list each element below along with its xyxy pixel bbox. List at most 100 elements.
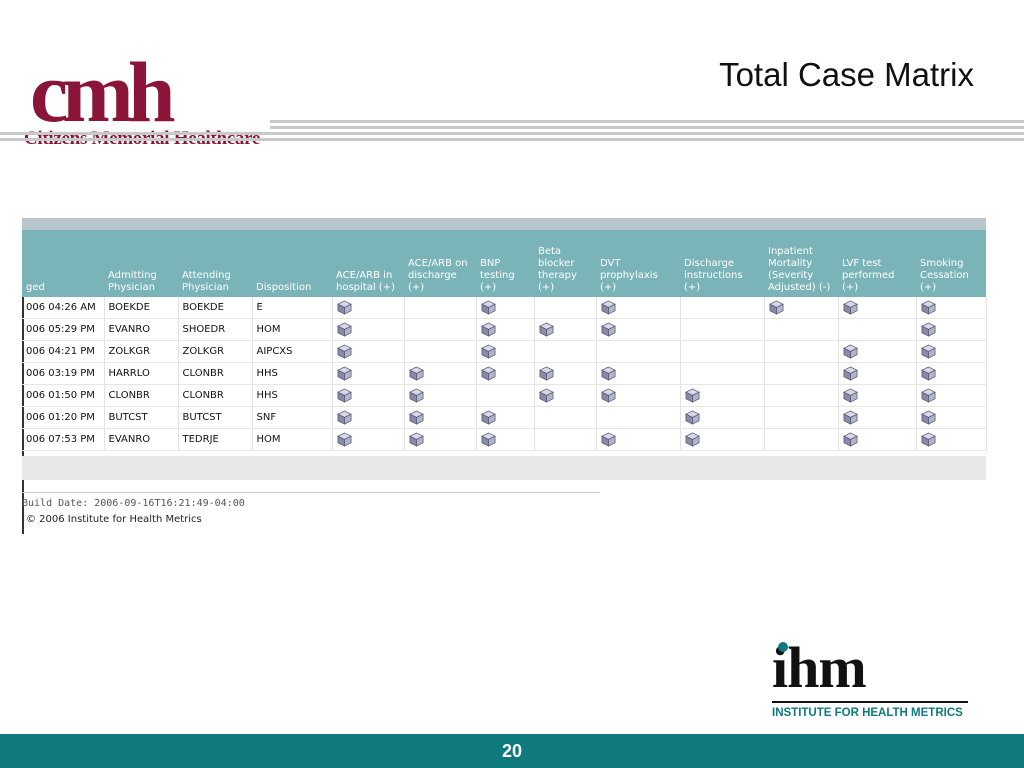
- cell-measure: [534, 428, 597, 451]
- cell-measure: [596, 428, 681, 451]
- column-header[interactable]: ACE/ARB on discharge (+): [404, 230, 476, 297]
- column-header[interactable]: BNP testing (+): [476, 230, 534, 297]
- cube-icon[interactable]: [480, 432, 496, 447]
- column-header[interactable]: Disposition: [252, 230, 332, 297]
- column-header[interactable]: DVT prophylaxis (+): [596, 230, 680, 297]
- cell-measure: [332, 384, 405, 407]
- column-header[interactable]: Smoking Cessation (+): [916, 230, 986, 297]
- ihm-logo: ihm INSTITUTE FOR HEALTH METRICS: [768, 638, 978, 724]
- cube-icon[interactable]: [920, 344, 936, 359]
- cell-measure: [404, 297, 477, 319]
- column-header[interactable]: ACE/ARB in hospital (+): [332, 230, 404, 297]
- cell-measure: [476, 318, 535, 341]
- cell-measure: [476, 406, 535, 429]
- build-date: Build Date: 2006-09-16T16:21:49-04:00: [22, 498, 245, 509]
- cube-icon[interactable]: [920, 322, 936, 337]
- cell-disposition: E: [252, 297, 333, 319]
- column-header[interactable]: Beta blocker therapy (+): [534, 230, 596, 297]
- cell-measure: [404, 362, 477, 385]
- cube-icon[interactable]: [842, 344, 858, 359]
- cell-measure: [680, 406, 765, 429]
- cube-icon[interactable]: [408, 388, 424, 403]
- cube-icon[interactable]: [408, 410, 424, 425]
- cube-icon[interactable]: [408, 366, 424, 381]
- cube-icon[interactable]: [538, 366, 554, 381]
- table-row[interactable]: 006 04:21 PM ZOLKGR ZOLKGR AIPCXS: [22, 340, 987, 363]
- cell-measure: [476, 297, 535, 319]
- cube-icon[interactable]: [842, 366, 858, 381]
- cube-icon[interactable]: [336, 410, 352, 425]
- table-row[interactable]: 006 07:53 PM EVANRO TEDRJE HOM: [22, 428, 987, 451]
- cube-icon[interactable]: [842, 388, 858, 403]
- table-row[interactable]: 006 05:29 PM EVANRO SHOEDR HOM: [22, 318, 987, 341]
- column-header[interactable]: Attending Physician: [178, 230, 252, 297]
- cube-icon[interactable]: [600, 388, 616, 403]
- copyright: © 2006 Institute for Health Metrics: [26, 514, 202, 525]
- cell-attending: TEDRJE: [178, 428, 253, 451]
- cube-icon[interactable]: [600, 366, 616, 381]
- cube-icon[interactable]: [600, 432, 616, 447]
- cell-measure: [680, 384, 765, 407]
- column-header[interactable]: Discharge instructions (+): [680, 230, 764, 297]
- cell-attending: CLONBR: [178, 384, 253, 407]
- cell-measure: [332, 297, 405, 319]
- cell-measure: [332, 428, 405, 451]
- cube-icon[interactable]: [842, 432, 858, 447]
- table-row[interactable]: 006 04:26 AM BOEKDE BOEKDE E: [22, 297, 987, 319]
- cube-icon[interactable]: [684, 410, 700, 425]
- cell-measure: [596, 384, 681, 407]
- cell-measure: [764, 406, 839, 429]
- cell-measure: [534, 340, 597, 363]
- cube-icon[interactable]: [480, 366, 496, 381]
- cube-icon[interactable]: [920, 410, 936, 425]
- cell-measure: [916, 406, 987, 429]
- cube-icon[interactable]: [842, 410, 858, 425]
- cell-measure: [764, 318, 839, 341]
- cube-icon[interactable]: [336, 322, 352, 337]
- cube-icon[interactable]: [920, 388, 936, 403]
- cube-icon[interactable]: [538, 322, 554, 337]
- case-matrix-screenshot: ged Admitting Physician Attending Physicia…: [22, 218, 987, 534]
- cube-icon[interactable]: [336, 388, 352, 403]
- column-header[interactable]: Admitting Physician: [104, 230, 178, 297]
- cell-measure: [680, 318, 765, 341]
- cube-icon[interactable]: [336, 366, 352, 381]
- cube-icon[interactable]: [684, 432, 700, 447]
- cube-icon[interactable]: [480, 344, 496, 359]
- cube-icon[interactable]: [920, 366, 936, 381]
- cube-icon[interactable]: [920, 432, 936, 447]
- cube-icon[interactable]: [600, 300, 616, 315]
- cube-icon[interactable]: [480, 300, 496, 315]
- cube-icon[interactable]: [768, 300, 784, 315]
- cell-measure: [404, 384, 477, 407]
- table-row[interactable]: 006 01:20 PM BUTCST BUTCST SNF: [22, 406, 987, 429]
- ihm-dot: [778, 642, 788, 652]
- cell-measure: [596, 318, 681, 341]
- cube-icon[interactable]: [538, 388, 554, 403]
- cell-measure: [404, 428, 477, 451]
- cube-icon[interactable]: [480, 322, 496, 337]
- cube-icon[interactable]: [920, 300, 936, 315]
- column-header[interactable]: LVF test performed (+): [838, 230, 916, 297]
- cell-measure: [838, 428, 917, 451]
- cell-measure: [838, 318, 917, 341]
- cube-icon[interactable]: [336, 344, 352, 359]
- cube-icon[interactable]: [336, 432, 352, 447]
- column-header[interactable]: Inpatient Mortality (Severity Adjusted) …: [764, 230, 838, 297]
- cube-icon[interactable]: [480, 410, 496, 425]
- cube-icon[interactable]: [684, 388, 700, 403]
- cell-measure: [916, 428, 987, 451]
- cell-measure: [916, 384, 987, 407]
- column-header[interactable]: ged: [22, 230, 104, 297]
- table-row[interactable]: 006 01:50 PM CLONBR CLONBR HHS: [22, 384, 987, 407]
- cell-measure: [916, 362, 987, 385]
- cube-icon[interactable]: [408, 432, 424, 447]
- table-row[interactable]: 006 03:19 PM HARRLO CLONBR HHS: [22, 362, 987, 385]
- cube-icon[interactable]: [842, 300, 858, 315]
- footer-divider: [22, 492, 600, 493]
- cube-icon[interactable]: [336, 300, 352, 315]
- cell-measure: [596, 340, 681, 363]
- cell-date: 006 01:50 PM: [22, 384, 105, 407]
- cube-icon[interactable]: [600, 322, 616, 337]
- cell-measure: [534, 406, 597, 429]
